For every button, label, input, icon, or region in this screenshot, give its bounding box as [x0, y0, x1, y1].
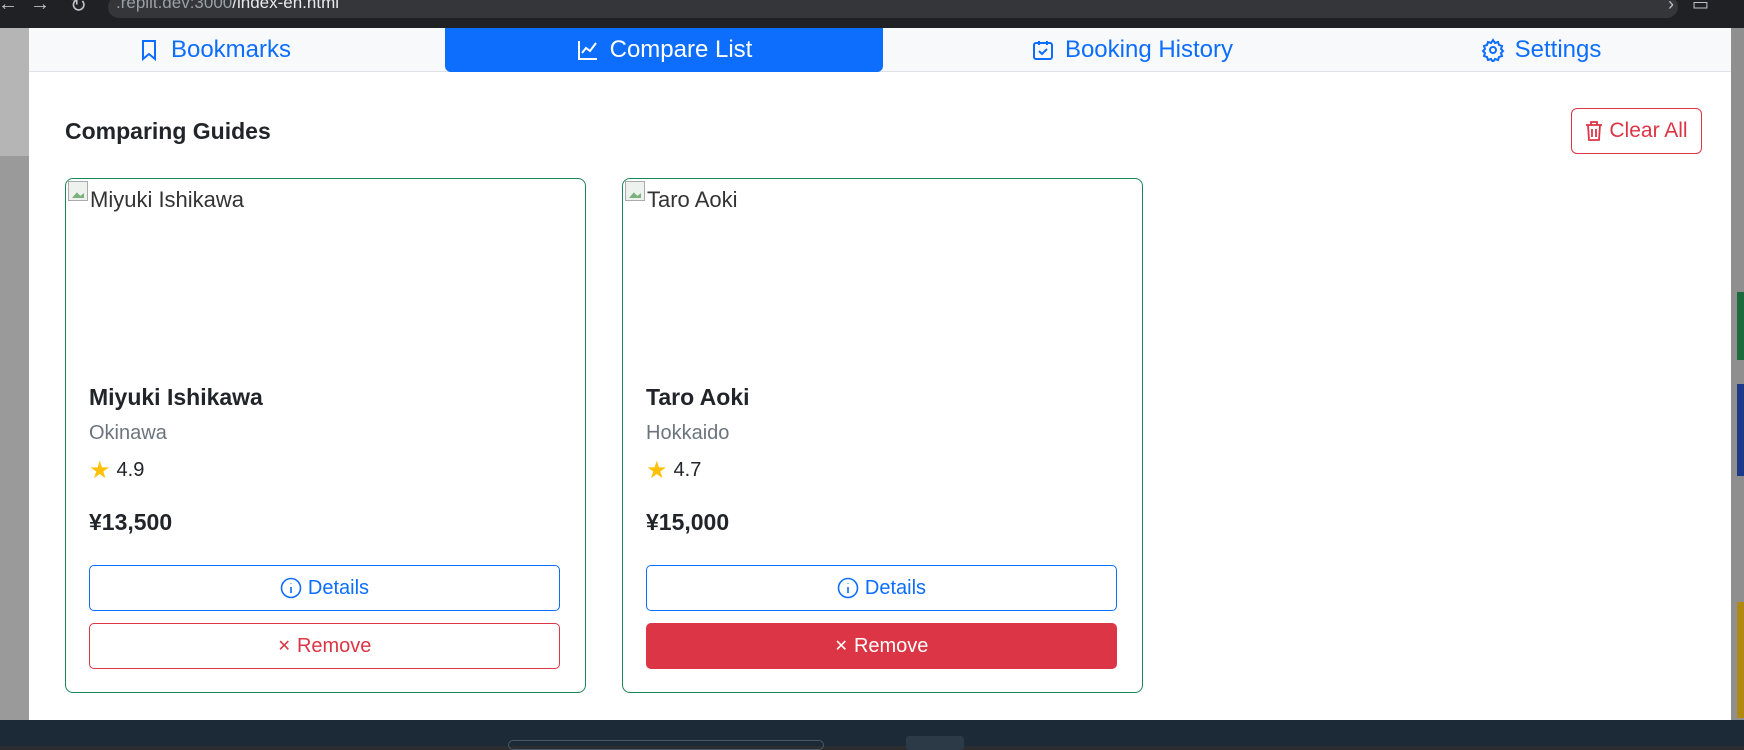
- details-button[interactable]: Details: [89, 565, 560, 611]
- bookmark-icon: [141, 39, 156, 61]
- page-backdrop-right: [1731, 28, 1744, 720]
- info-icon: [280, 577, 302, 599]
- star-icon: ★: [646, 456, 668, 484]
- clear-all-label: Clear All: [1609, 119, 1688, 142]
- tab-label: Settings: [1514, 35, 1602, 63]
- info-icon: [837, 577, 859, 599]
- remove-label: Remove: [296, 634, 372, 657]
- guide-name: Taro Aoki: [646, 384, 750, 410]
- star-icon: ★: [89, 456, 111, 484]
- tab-label: Booking History: [1064, 35, 1234, 63]
- taskbar-app[interactable]: [906, 736, 964, 750]
- tab-label: Bookmarks: [170, 35, 292, 63]
- tab-booking-history[interactable]: Booking History: [913, 28, 1351, 71]
- guide-price: ¥15,000: [646, 509, 730, 535]
- url-path: /index-en.html: [232, 0, 340, 12]
- guide-card: Taro Aoki Taro Aoki Hokkaido ★ 4.7 ¥15,0…: [622, 178, 1143, 693]
- guide-region: Hokkaido: [646, 422, 730, 444]
- guide-photo: Miyuki Ishikawa: [66, 179, 585, 359]
- broken-image-icon: [68, 181, 88, 201]
- guide-rating: ★ 4.7: [646, 456, 702, 484]
- browser-toolbar: ← → ↻ .replit.dev:3000/index-en.html ▭ ›: [0, 0, 1744, 28]
- guide-name: Miyuki Ishikawa: [89, 384, 263, 410]
- guide-card: Miyuki Ishikawa Miyuki Ishikawa Okinawa …: [65, 178, 586, 693]
- tab-bookmarks[interactable]: Bookmarks: [29, 28, 399, 71]
- compare-modal: Bookmarks Compare List Booking History S…: [29, 28, 1731, 720]
- guide-region: Okinawa: [89, 422, 167, 444]
- trash-icon: [1586, 121, 1603, 141]
- chart-line-icon: [577, 41, 597, 60]
- guide-rating: ★ 4.9: [89, 456, 145, 484]
- image-alt-text: Miyuki Ishikawa: [90, 187, 245, 212]
- reload-icon[interactable]: ↻: [70, 0, 87, 18]
- tab-compare-list[interactable]: Compare List: [445, 28, 883, 72]
- tab-settings[interactable]: Settings: [1351, 28, 1731, 71]
- tab-bar: Bookmarks Compare List Booking History S…: [29, 28, 1731, 72]
- address-bar[interactable]: .replit.dev:3000/index-en.html: [108, 0, 1678, 18]
- details-button[interactable]: Details: [646, 565, 1117, 611]
- gear-icon: [1481, 37, 1505, 62]
- url-host: .replit.dev:3000: [116, 0, 233, 12]
- section-title: Comparing Guides: [65, 118, 271, 144]
- remove-button[interactable]: ✕ Remove: [89, 623, 560, 669]
- details-label: Details: [307, 576, 370, 599]
- back-icon[interactable]: ←: [0, 0, 18, 16]
- details-label: Details: [864, 576, 927, 599]
- rating-value: 4.9: [116, 459, 145, 481]
- broken-image-icon: [625, 181, 645, 201]
- rating-value: 4.7: [673, 459, 702, 481]
- tab-label: Compare List: [609, 36, 753, 63]
- image-alt-text: Taro Aoki: [647, 187, 738, 212]
- calendar-check-icon: [1032, 40, 1053, 60]
- page-backdrop-left: [0, 28, 29, 720]
- close-icon: ✕: [277, 638, 291, 655]
- taskbar-search[interactable]: [508, 740, 824, 750]
- close-icon: ✕: [834, 638, 848, 655]
- chevron-right-icon[interactable]: ›: [1668, 0, 1674, 15]
- forward-icon[interactable]: →: [30, 0, 50, 16]
- clear-all-button[interactable]: Clear All: [1571, 108, 1702, 154]
- guide-photo: Taro Aoki: [623, 179, 1142, 359]
- remove-button[interactable]: ✕ Remove: [646, 623, 1117, 669]
- guide-price: ¥13,500: [89, 509, 173, 535]
- remove-label: Remove: [853, 634, 929, 657]
- cast-icon[interactable]: ▭: [1692, 0, 1709, 15]
- os-taskbar: [0, 720, 1744, 750]
